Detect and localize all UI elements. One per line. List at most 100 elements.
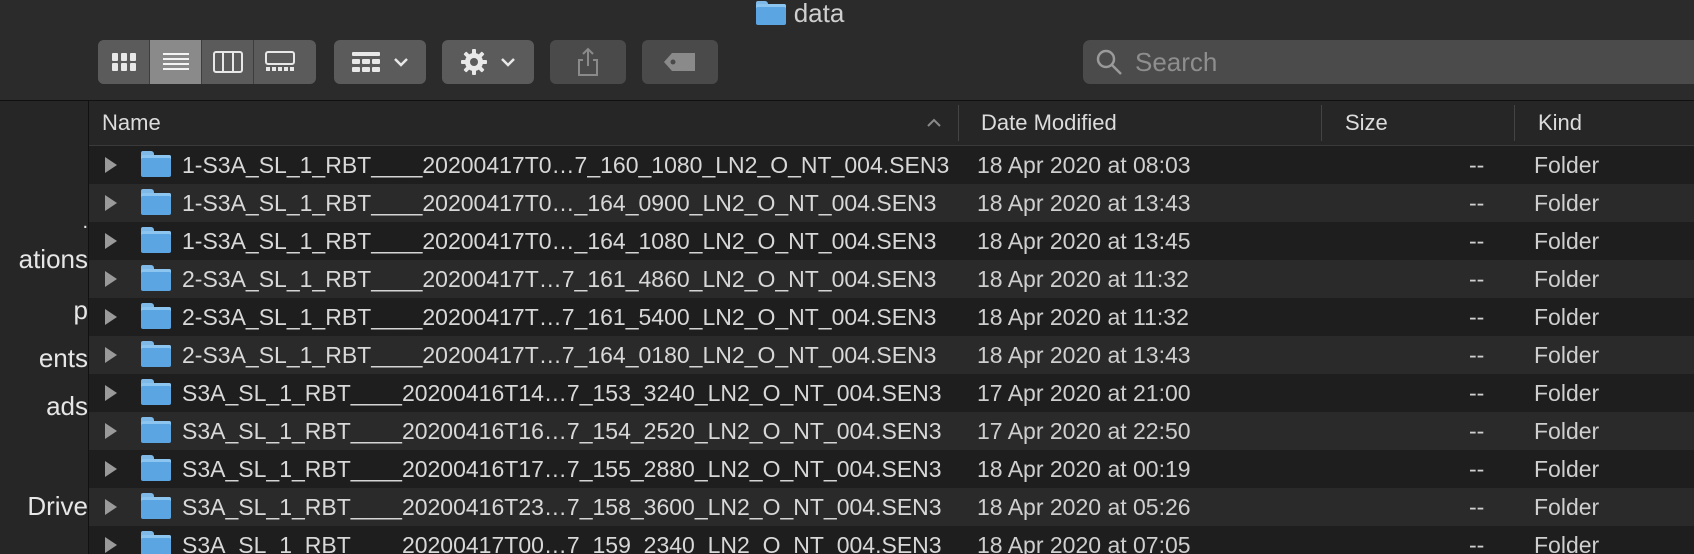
file-kind: Folder [1534, 532, 1600, 554]
window-title-text: data [793, 0, 845, 28]
table-row[interactable]: S3A_SL_1_RBT____20200416T23…7_158_3600_L… [89, 488, 1694, 526]
disclosure-triangle-icon[interactable] [105, 537, 117, 553]
file-kind: Folder [1534, 228, 1600, 254]
disclosure-triangle-icon[interactable] [105, 271, 117, 287]
sidebar-item-desktop[interactable]: p [74, 295, 88, 326]
folder-icon [755, 1, 786, 25]
sidebar-item-downloads[interactable]: ads [46, 391, 88, 422]
file-size: -- [1469, 380, 1485, 406]
table-row[interactable]: 2-S3A_SL_1_RBT____20200417T…7_161_4860_L… [89, 260, 1694, 298]
file-size: -- [1469, 228, 1485, 254]
file-date-modified: 18 Apr 2020 at 13:43 [977, 190, 1191, 216]
gallery-icon [265, 51, 295, 71]
table-row[interactable]: S3A_SL_1_RBT____20200416T14…7_153_3240_L… [89, 374, 1694, 412]
column-date-header[interactable]: Date Modified [981, 101, 1117, 145]
disclosure-triangle-icon[interactable] [105, 347, 117, 363]
disclosure-triangle-icon[interactable] [105, 423, 117, 439]
file-size: -- [1469, 494, 1485, 520]
share-button[interactable] [550, 40, 626, 84]
sort-ascending-icon [927, 118, 941, 127]
folder-icon [141, 303, 171, 329]
toolbar: data Search [0, 0, 1694, 101]
disclosure-triangle-icon[interactable] [105, 195, 117, 211]
table-row[interactable]: 2-S3A_SL_1_RBT____20200417T…7_164_0180_L… [89, 336, 1694, 374]
file-kind: Folder [1534, 266, 1600, 292]
file-name: S3A_SL_1_RBT____20200417T00…7_159_2340_L… [182, 532, 942, 554]
file-date-modified: 18 Apr 2020 at 13:43 [977, 342, 1191, 368]
file-kind: Folder [1534, 380, 1600, 406]
tag-button[interactable] [642, 40, 718, 84]
column-size-label: Size [1345, 110, 1388, 135]
column-name-header[interactable]: Name [102, 101, 161, 145]
column-divider[interactable] [1321, 105, 1322, 141]
table-row[interactable]: 1-S3A_SL_1_RBT____20200417T0…_164_0900_L… [89, 184, 1694, 222]
tag-icon [664, 53, 695, 71]
file-kind: Folder [1534, 304, 1600, 330]
folder-icon [141, 227, 171, 253]
share-icon [578, 47, 598, 76]
table-row[interactable]: 1-S3A_SL_1_RBT____20200417T0…_164_1080_L… [89, 222, 1694, 260]
disclosure-triangle-icon[interactable] [105, 309, 117, 325]
file-size: -- [1469, 342, 1485, 368]
file-name: 1-S3A_SL_1_RBT____20200417T0…7_160_1080_… [182, 152, 950, 178]
table-row[interactable]: S3A_SL_1_RBT____20200417T00…7_159_2340_L… [89, 526, 1694, 554]
group-grid-icon [352, 52, 380, 72]
column-kind-label: Kind [1538, 110, 1583, 135]
file-name: S3A_SL_1_RBT____20200416T23…7_158_3600_L… [182, 494, 942, 520]
view-switcher [98, 40, 316, 84]
file-kind: Folder [1534, 152, 1600, 178]
file-size: -- [1469, 190, 1485, 216]
table-row[interactable]: 2-S3A_SL_1_RBT____20200417T…7_161_5400_L… [89, 298, 1694, 336]
file-size: -- [1469, 266, 1485, 292]
action-button[interactable] [442, 40, 534, 84]
file-name: 1-S3A_SL_1_RBT____20200417T0…_164_0900_L… [182, 190, 937, 216]
sidebar-item-drive[interactable]: Drive [27, 491, 88, 522]
file-date-modified: 18 Apr 2020 at 11:32 [977, 304, 1189, 330]
file-name: S3A_SL_1_RBT____20200416T14…7_153_3240_L… [182, 380, 942, 406]
file-name: 2-S3A_SL_1_RBT____20200417T…7_164_0180_L… [182, 342, 937, 368]
column-divider[interactable] [1514, 105, 1515, 141]
file-size: -- [1469, 152, 1485, 178]
file-list: Name Date Modified Size Kind 1-S3A_SL_1_… [89, 101, 1694, 554]
folder-icon [141, 455, 171, 481]
table-row[interactable]: 1-S3A_SL_1_RBT____20200417T0…7_160_1080_… [89, 146, 1694, 184]
table-row[interactable]: S3A_SL_1_RBT____20200416T16…7_154_2520_L… [89, 412, 1694, 450]
file-name: 2-S3A_SL_1_RBT____20200417T…7_161_4860_L… [182, 266, 937, 292]
chevron-down-icon [394, 58, 408, 67]
file-kind: Folder [1534, 190, 1600, 216]
sidebar-item-applications[interactable]: ations [19, 244, 88, 275]
sidebar-item-documents[interactable]: ents [39, 343, 88, 374]
file-name: 1-S3A_SL_1_RBT____20200417T0…_164_1080_L… [182, 228, 937, 254]
disclosure-triangle-icon[interactable] [105, 233, 117, 249]
column-size-header[interactable]: Size [1345, 101, 1388, 145]
column-view-button[interactable] [202, 40, 254, 84]
list-view-button[interactable] [150, 40, 202, 84]
column-kind-header[interactable]: Kind [1538, 101, 1582, 145]
file-date-modified: 17 Apr 2020 at 21:00 [977, 380, 1191, 406]
search-icon [1096, 49, 1122, 75]
file-kind: Folder [1534, 342, 1600, 368]
file-rows: 1-S3A_SL_1_RBT____20200417T0…7_160_1080_… [89, 146, 1694, 554]
folder-icon [141, 189, 171, 215]
gallery-view-button[interactable] [254, 40, 306, 84]
table-row[interactable]: S3A_SL_1_RBT____20200416T17…7_155_2880_L… [89, 450, 1694, 488]
disclosure-triangle-icon[interactable] [105, 499, 117, 515]
disclosure-triangle-icon[interactable] [105, 461, 117, 477]
folder-icon [141, 341, 171, 367]
search-placeholder: Search [1135, 46, 1218, 77]
sidebar-item-dot[interactable]: . [82, 211, 88, 234]
disclosure-triangle-icon[interactable] [105, 385, 117, 401]
column-header: Name Date Modified Size Kind [89, 101, 1694, 146]
icon-view-button[interactable] [98, 40, 150, 84]
file-date-modified: 17 Apr 2020 at 22:50 [977, 418, 1191, 444]
file-size: -- [1469, 532, 1485, 554]
group-by-button[interactable] [334, 40, 426, 84]
file-size: -- [1469, 418, 1485, 444]
folder-icon [141, 379, 171, 405]
list-icon [162, 53, 189, 70]
disclosure-triangle-icon[interactable] [105, 157, 117, 173]
file-kind: Folder [1534, 494, 1600, 520]
file-name: S3A_SL_1_RBT____20200416T17…7_155_2880_L… [182, 456, 942, 482]
search-field[interactable]: Search [1083, 40, 1694, 84]
column-divider[interactable] [958, 105, 959, 141]
